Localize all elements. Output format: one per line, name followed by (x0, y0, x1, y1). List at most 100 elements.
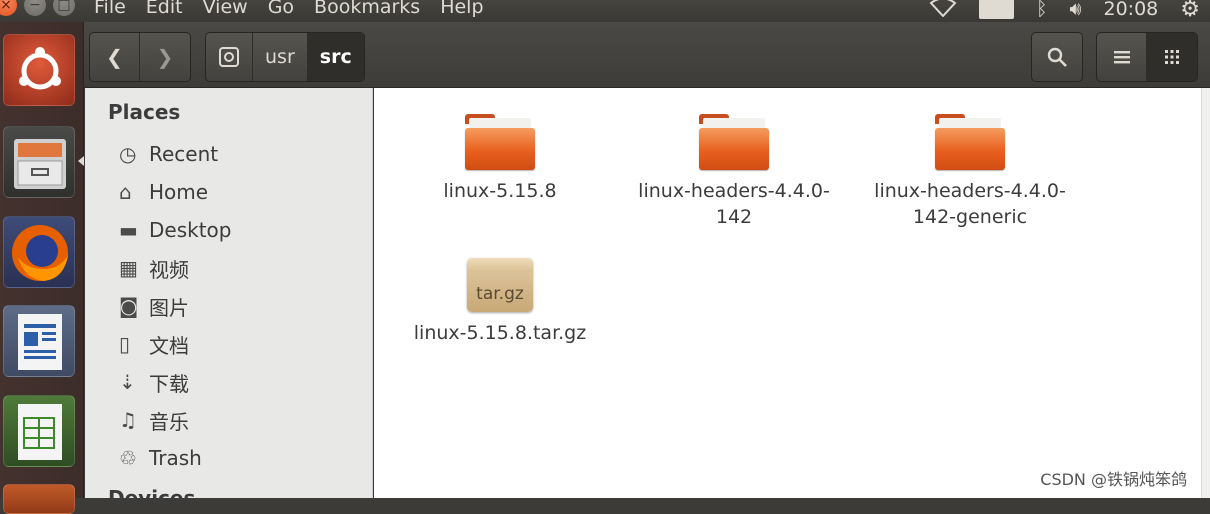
download-icon: ⇣ (119, 370, 136, 394)
maximize-icon: □ (57, 0, 71, 13)
menu-help[interactable]: Help (440, 0, 483, 18)
clock[interactable]: 20:08 (1104, 0, 1159, 20)
document-writer-icon (18, 314, 62, 370)
firefox-icon (12, 225, 68, 281)
archive-type-label: tar.gz (476, 284, 524, 304)
volume-icon[interactable]: 🔊︎ (1070, 0, 1082, 20)
forward-button[interactable]: ❯ (140, 33, 190, 81)
launcher-app-button[interactable] (3, 484, 75, 514)
gear-icon[interactable]: ⚙ (1180, 0, 1200, 22)
folder-icon (935, 114, 1005, 170)
launcher-dash-button[interactable] (3, 34, 75, 106)
menu-bar: File Edit View Go Bookmarks Help (94, 0, 504, 18)
launcher-firefox-button[interactable] (3, 216, 75, 288)
music-icon: ♫ (119, 408, 137, 432)
path-root-button[interactable] (206, 33, 253, 81)
drive-icon (219, 47, 239, 67)
window-maximize-button[interactable]: □ (53, 0, 75, 16)
active-app-indicator-icon (78, 156, 84, 166)
grid-icon (1165, 50, 1179, 64)
sidebar-item-recent[interactable]: ◷ Recent (119, 136, 218, 172)
file-manager-toolbar: ❮ ❯ usr src (84, 22, 1210, 88)
sidebar-item-label: 视频 (149, 257, 189, 282)
launcher-writer-button[interactable] (3, 305, 75, 377)
indicator-area: Zh ᛒ 🔊︎ 20:08 ⚙ (929, 0, 1210, 22)
wifi-icon[interactable] (929, 0, 957, 22)
navigation-buttons: ❮ ❯ (89, 32, 191, 82)
places-sidebar: Places ◷ Recent ⌂ Home ▬ Desktop ▦ 视频 ◙ … (85, 88, 373, 510)
sidebar-item-pictures[interactable]: ◙ 图片 (119, 288, 189, 324)
scrollbar[interactable] (1201, 88, 1210, 498)
folder-icon (465, 114, 535, 170)
top-panel: × − □ File Edit View Go Bookmarks Help Z… (0, 0, 1210, 22)
devices-heading: Devices (108, 486, 196, 510)
path-segment-usr[interactable]: usr (253, 33, 308, 81)
home-icon: ⌂ (119, 180, 132, 204)
input-method-indicator[interactable]: Zh (978, 0, 1015, 19)
file-name-line1: linux-5.15.8.tar.gz (413, 322, 587, 344)
sidebar-item-label: Trash (149, 446, 202, 470)
view-mode-buttons (1096, 32, 1198, 82)
launcher-calc-button[interactable] (3, 395, 75, 467)
sidebar-item-label: 图片 (149, 295, 189, 320)
minimize-icon: − (29, 0, 41, 13)
back-button[interactable]: ❮ (90, 33, 140, 81)
sidebar-item-downloads[interactable]: ⇣ 下载 (119, 364, 189, 400)
sidebar-item-videos[interactable]: ▦ 视频 (119, 250, 189, 286)
sidebar-item-trash[interactable]: ♲ Trash (119, 440, 202, 476)
watermark: CSDN @铁锅炖笨鸽 (1040, 470, 1187, 489)
file-name-line1: linux-headers-4.4.0- (874, 180, 1066, 202)
archive-icon: tar.gz (467, 254, 533, 312)
menu-file[interactable]: File (94, 0, 126, 18)
bluetooth-icon[interactable]: ᛒ (1036, 0, 1047, 20)
sidebar-item-label: Recent (149, 142, 219, 166)
folder-icon: ▬ (119, 218, 138, 242)
search-button[interactable] (1032, 33, 1082, 81)
file-name-line1: linux-5.15.8 (443, 180, 557, 202)
sidebar-item-music[interactable]: ♫ 音乐 (119, 402, 189, 438)
file-name-line2: 142 (715, 206, 753, 228)
launcher-files-button[interactable] (3, 126, 75, 198)
document-icon: ▯ (119, 332, 131, 356)
window-minimize-button[interactable]: − (24, 0, 46, 16)
spreadsheet-icon (18, 404, 62, 460)
ubuntu-logo-icon (19, 47, 61, 90)
window-close-button[interactable]: × (0, 0, 17, 16)
file-cabinet-icon (14, 139, 66, 189)
path-bar: usr src (205, 32, 365, 82)
clock-icon: ◷ (119, 142, 137, 166)
path-segment-src[interactable]: src (307, 33, 364, 81)
file-item-folder[interactable]: linux-headers-4.4.0- 142-generic (860, 114, 1080, 230)
sidebar-item-label: 文档 (149, 333, 189, 358)
file-name-line2: 142-generic (912, 206, 1028, 228)
file-name-line1: linux-headers-4.4.0- (638, 180, 830, 202)
sidebar-item-label: Home (149, 180, 209, 204)
menu-view[interactable]: View (203, 0, 248, 18)
file-view: linux-5.15.8 linux-headers-4.4.0- 142 li… (374, 88, 1201, 498)
grid-view-button[interactable] (1147, 33, 1197, 81)
launcher (0, 22, 84, 514)
file-item-folder[interactable]: linux-headers-4.4.0- 142 (624, 114, 844, 230)
list-view-button[interactable] (1097, 33, 1147, 81)
chevron-left-icon: ❮ (106, 45, 123, 69)
sidebar-item-label: 下载 (149, 371, 189, 396)
camera-icon: ◙ (119, 294, 139, 318)
menu-go[interactable]: Go (268, 0, 294, 18)
sidebar-item-desktop[interactable]: ▬ Desktop (119, 212, 231, 248)
menu-bookmarks[interactable]: Bookmarks (314, 0, 420, 18)
file-item-folder[interactable]: linux-5.15.8 (390, 114, 610, 204)
chevron-right-icon: ❯ (156, 45, 174, 69)
sidebar-item-label: 音乐 (149, 409, 189, 434)
sidebar-item-label: Desktop (149, 218, 232, 242)
search-button-group (1031, 32, 1083, 82)
menu-edit[interactable]: Edit (146, 0, 183, 18)
list-icon (1113, 51, 1130, 64)
trash-icon: ♲ (119, 446, 137, 470)
folder-icon (699, 114, 769, 170)
places-heading: Places (108, 100, 181, 124)
close-icon: × (0, 0, 12, 13)
file-item-archive[interactable]: tar.gz linux-5.15.8.tar.gz (390, 254, 610, 346)
video-icon: ▦ (119, 256, 138, 280)
sidebar-item-home[interactable]: ⌂ Home (119, 174, 208, 210)
sidebar-item-documents[interactable]: ▯ 文档 (119, 326, 189, 362)
